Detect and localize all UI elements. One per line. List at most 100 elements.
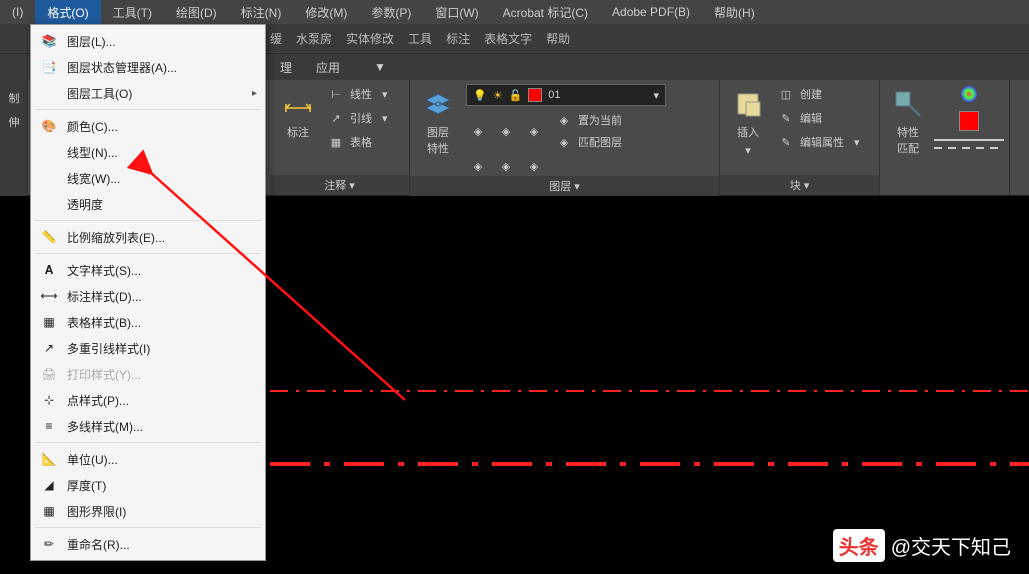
ribbon-tab[interactable]: 应用 [306, 55, 350, 80]
layer-tool-4[interactable]: ◈ [466, 156, 490, 176]
chevron-down-icon: ▾ [653, 89, 659, 102]
layer-tool-6[interactable]: ◈ [522, 156, 546, 176]
toolbar-item[interactable]: 表格文字 [484, 30, 532, 47]
menu-parameters[interactable]: 参数(P) [359, 0, 423, 25]
menu-draw[interactable]: 绘图(D) [164, 0, 229, 25]
menu-separator [35, 527, 261, 528]
layer-icon: ◈ [498, 158, 514, 174]
editattr-button[interactable]: ✎编辑属性▾ [774, 132, 864, 152]
chevron-down-icon: ▾ [745, 144, 751, 157]
toolbar-item[interactable]: 缓 [270, 30, 282, 47]
insert-label: 插入 [737, 124, 759, 140]
create-button[interactable]: ◫创建 [774, 84, 864, 104]
menu-transparency[interactable]: 透明度 [31, 191, 265, 217]
dimension-button[interactable]: 标注 [278, 84, 318, 175]
panel-annotate: 标注 ⊢线性▾ ↗引线▾ ▦表格 注释 ▾ [270, 80, 410, 195]
matchprops-button[interactable]: 特性 匹配 [888, 84, 928, 193]
menu-layertools[interactable]: 图层工具(O)▸ [31, 80, 265, 106]
menu-linetype[interactable]: 线型(N)... [31, 139, 265, 165]
menu-window[interactable]: 窗口(W) [423, 0, 490, 25]
linetype-sample[interactable] [934, 147, 1004, 149]
layer-tool-5[interactable]: ◈ [494, 156, 518, 176]
menu-dimstyle[interactable]: ⟷标注样式(D)... [31, 283, 265, 309]
layerstate-icon: 📑 [39, 58, 59, 76]
menu-lineweight[interactable]: 线宽(W)... [31, 165, 265, 191]
lock-icon: 🔓 [509, 89, 523, 102]
edit-button[interactable]: ✎编辑 [774, 108, 864, 128]
panel-title[interactable]: 块 ▾ [720, 175, 879, 195]
match-icon: ◈ [556, 134, 572, 150]
layer-tool-1[interactable]: ◈ [466, 110, 490, 152]
menu-layer[interactable]: 📚图层(L)... [31, 28, 265, 54]
panel-properties: 特性 匹配 [880, 80, 1010, 195]
menubar: (I) 格式(O) 工具(T) 绘图(D) 标注(N) 修改(M) 参数(P) … [0, 0, 1029, 24]
toolbar-item[interactable]: 水泵房 [296, 30, 332, 47]
leader-button[interactable]: ↗引线▾ [324, 108, 392, 128]
units-icon: 📐 [39, 450, 59, 468]
dimstyle-icon: ⟷ [39, 287, 59, 305]
menu-limits[interactable]: ▦图形界限(I) [31, 498, 265, 524]
dimension-icon [282, 88, 314, 120]
layer-icon: 📚 [39, 32, 59, 50]
menu-adobepdf[interactable]: Adobe PDF(B) [600, 1, 702, 23]
side-item[interactable]: 制 [9, 90, 20, 106]
print-icon: 🖨 [39, 365, 59, 383]
layer-icon: ◈ [526, 158, 542, 174]
linear-button[interactable]: ⊢线性▾ [324, 84, 392, 104]
layer-icon: ◈ [526, 123, 542, 139]
current-color-swatch[interactable] [959, 111, 979, 131]
insert-button[interactable]: 插入 ▾ [728, 84, 768, 175]
menu-mleaderstyle[interactable]: ↗多重引线样式(I) [31, 335, 265, 361]
layer-tool-2[interactable]: ◈ [494, 110, 518, 152]
point-icon: ⊹ [39, 391, 59, 409]
table-button[interactable]: ▦表格 [324, 132, 392, 152]
menu-prev[interactable]: (I) [0, 1, 35, 23]
panel-title[interactable]: 图层 ▾ [410, 176, 719, 196]
panel-title[interactable]: 注释 ▾ [270, 175, 409, 195]
left-strip: 制 伸 [0, 80, 28, 196]
side-item[interactable]: 伸 [9, 114, 20, 130]
menu-acrobat[interactable]: Acrobat 标记(C) [491, 0, 600, 25]
dropdown-icon[interactable]: ▼ [374, 60, 386, 74]
lineweight-sample[interactable] [934, 139, 1004, 141]
text-icon: 𝐀 [39, 261, 59, 279]
menu-units[interactable]: 📐单位(U)... [31, 446, 265, 472]
layer-tool-3[interactable]: ◈ [522, 110, 546, 152]
toolbar-item[interactable]: 帮助 [546, 30, 570, 47]
menu-scalelist[interactable]: 📏比例缩放列表(E)... [31, 224, 265, 250]
sun-icon: ☀ [493, 89, 503, 102]
color-picker-icon[interactable] [959, 84, 979, 107]
menu-tablestyle[interactable]: ▦表格样式(B)... [31, 309, 265, 335]
setcurrent-button[interactable]: ◈置为当前 [552, 110, 626, 130]
menu-separator [35, 442, 261, 443]
menu-tools[interactable]: 工具(T) [101, 0, 164, 25]
watermark: 头条 @交天下知己 [833, 529, 1011, 562]
menu-help[interactable]: 帮助(H) [702, 0, 767, 25]
menu-layerstate[interactable]: 📑图层状态管理器(A)... [31, 54, 265, 80]
watermark-handle: @交天下知己 [891, 531, 1011, 560]
menu-pointstyle[interactable]: ⊹点样式(P)... [31, 387, 265, 413]
layer-dropdown[interactable]: 💡 ☀ 🔓 01 ▾ [466, 84, 666, 106]
layer-icon: ◈ [498, 123, 514, 139]
format-menu: 📚图层(L)... 📑图层状态管理器(A)... 图层工具(O)▸ 🎨颜色(C)… [30, 24, 266, 561]
menu-rename[interactable]: ✏重命名(R)... [31, 531, 265, 557]
layerprops-button[interactable]: 图层 特性 [418, 84, 458, 160]
panel-block: 插入 ▾ ◫创建 ✎编辑 ✎编辑属性▾ 块 ▾ [720, 80, 880, 195]
menu-color[interactable]: 🎨颜色(C)... [31, 113, 265, 139]
layer-icon: ◈ [470, 158, 486, 174]
menu-thickness[interactable]: ◢厚度(T) [31, 472, 265, 498]
menu-textstyle[interactable]: 𝐀文字样式(S)... [31, 257, 265, 283]
ribbon-tab[interactable]: 理 [270, 55, 302, 80]
toolbar-item[interactable]: 实体修改 [346, 30, 394, 47]
menu-mlinestyle[interactable]: ≡多线样式(M)... [31, 413, 265, 439]
toolbar-item[interactable]: 工具 [408, 30, 432, 47]
matchlayer-button[interactable]: ◈匹配图层 [552, 132, 626, 152]
toolbar-item[interactable]: 标注 [446, 30, 470, 47]
menu-dimension[interactable]: 标注(N) [229, 0, 294, 25]
layer-color-swatch [528, 88, 542, 102]
tablestyle-icon: ▦ [39, 313, 59, 331]
mleader-icon: ↗ [39, 339, 59, 357]
menu-format[interactable]: 格式(O) [35, 0, 100, 25]
table-icon: ▦ [328, 134, 344, 150]
menu-modify[interactable]: 修改(M) [293, 0, 359, 25]
